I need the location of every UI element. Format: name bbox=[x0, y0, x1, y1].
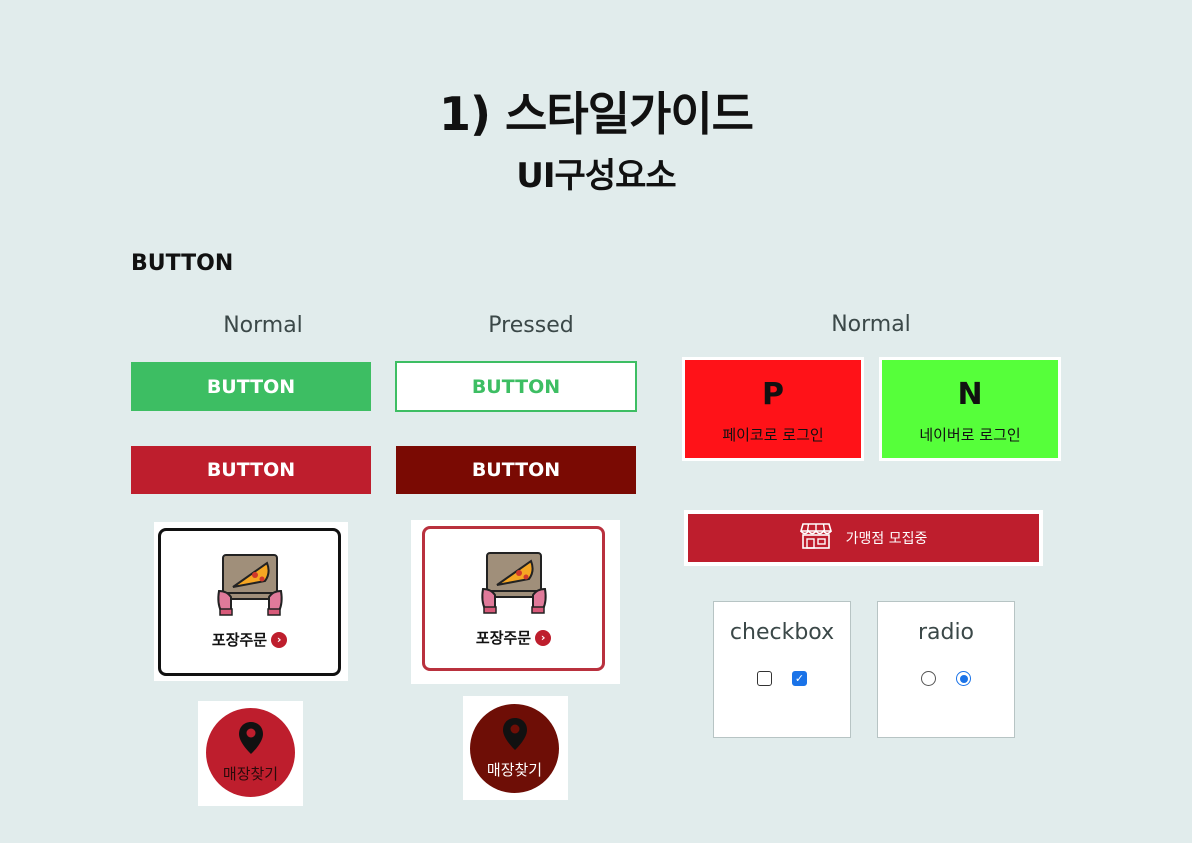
column-label-pressed: Pressed bbox=[488, 313, 574, 338]
column-label-normal-right: Normal bbox=[831, 312, 911, 337]
takeout-order-label: 포장주문 bbox=[475, 629, 532, 647]
location-pin-icon bbox=[502, 717, 528, 755]
checkbox-demo-panel: checkbox ✓ bbox=[713, 601, 851, 738]
page-title: 1) 스타일가이드 bbox=[439, 87, 754, 141]
takeout-order-label: 포장주문 bbox=[211, 631, 268, 649]
payco-login-label: 페이코로 로그인 bbox=[722, 425, 824, 444]
franchise-recruit-frame: 가맹점 모집중 bbox=[684, 510, 1043, 566]
naver-login-button[interactable]: N 네이버로 로그인 bbox=[879, 357, 1061, 461]
store-finder-button-pressed[interactable]: 매장찾기 bbox=[470, 704, 559, 793]
checkbox-checked[interactable]: ✓ bbox=[792, 671, 807, 686]
checkbox-unchecked[interactable] bbox=[757, 671, 772, 686]
location-pin-icon bbox=[238, 721, 264, 759]
radio-title: radio bbox=[917, 620, 975, 645]
takeout-order-button-normal[interactable]: 포장주문 › bbox=[158, 528, 341, 676]
naver-login-label: 네이버로 로그인 bbox=[919, 425, 1021, 444]
payco-logo-icon: P bbox=[762, 376, 784, 412]
pizza-box-icon bbox=[479, 549, 549, 619]
green-button-pressed[interactable]: BUTTON bbox=[395, 361, 637, 412]
checkbox-title: checkbox bbox=[729, 620, 835, 645]
naver-logo-icon: N bbox=[957, 376, 983, 412]
green-button-normal[interactable]: BUTTON bbox=[131, 362, 371, 411]
store-finder-button-normal[interactable]: 매장찾기 bbox=[206, 708, 295, 797]
red-button-pressed[interactable]: BUTTON bbox=[396, 446, 636, 494]
radio-unselected[interactable] bbox=[921, 671, 936, 686]
column-label-normal: Normal bbox=[223, 313, 303, 338]
chevron-right-icon: › bbox=[271, 631, 288, 648]
storefront-icon bbox=[799, 522, 832, 554]
payco-login-button[interactable]: P 페이코로 로그인 bbox=[682, 357, 864, 461]
chevron-right-icon: › bbox=[535, 629, 552, 646]
red-button-normal[interactable]: BUTTON bbox=[131, 446, 371, 494]
section-label-button: BUTTON bbox=[131, 251, 234, 276]
franchise-recruit-button[interactable]: 가맹점 모집중 bbox=[688, 514, 1039, 562]
page-subtitle: UI구성요소 bbox=[516, 156, 676, 196]
store-finder-label: 매장찾기 bbox=[486, 761, 543, 779]
takeout-order-button-pressed[interactable]: 포장주문 › bbox=[422, 526, 605, 671]
store-finder-label: 매장찾기 bbox=[222, 765, 279, 783]
pizza-box-icon bbox=[215, 551, 285, 621]
radio-demo-panel: radio bbox=[877, 601, 1015, 738]
radio-selected[interactable] bbox=[956, 671, 971, 686]
franchise-recruit-label: 가맹점 모집중 bbox=[845, 531, 928, 547]
